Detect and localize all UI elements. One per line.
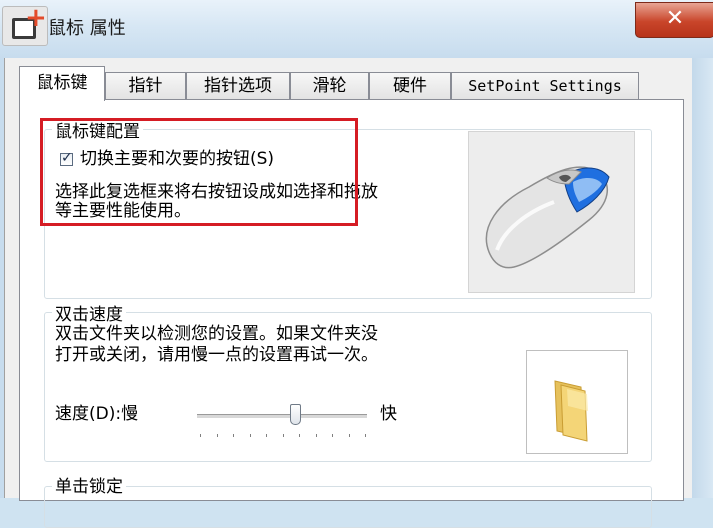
slider-tick — [315, 434, 317, 437]
click-lock-label: 单击锁定 — [52, 472, 126, 497]
folder-test-area[interactable] — [526, 350, 628, 454]
speed-slider-thumb[interactable] — [290, 404, 302, 425]
double-click-description-2: 打开或关闭，请用慢一点的设置再试一次。 — [55, 345, 378, 365]
window-frame-right — [691, 58, 713, 498]
tab-pointer-options[interactable]: 指针选项 — [186, 72, 290, 99]
tab-pointers[interactable]: 指针 — [105, 72, 186, 99]
speed-slider-ticks — [200, 434, 370, 440]
title-bar: + 鼠标 属性 ✕ — [0, 0, 713, 58]
slider-tick — [348, 434, 350, 437]
slider-tick — [249, 434, 251, 437]
slider-tick — [200, 434, 201, 437]
slider-tick — [216, 434, 218, 437]
window-title: 鼠标 属性 — [48, 18, 126, 39]
click-lock-group — [44, 486, 652, 528]
highlight-box — [40, 118, 358, 226]
double-click-description-1: 双击文件夹以检测您的设置。如果文件夹没 — [55, 324, 378, 344]
app-add-icon: + — [2, 5, 48, 46]
folder-icon — [554, 380, 588, 442]
double-click-label: 双击速度 — [52, 300, 126, 325]
tab-buttons[interactable]: 鼠标键 — [19, 66, 105, 101]
slider-tick — [266, 434, 267, 437]
speed-label: 速度(D):慢 — [55, 404, 139, 424]
tab-hardware[interactable]: 硬件 — [369, 72, 451, 99]
slider-tick — [332, 434, 333, 437]
mouse-icon — [468, 131, 635, 293]
slider-tick — [365, 434, 366, 437]
fast-label: 快 — [380, 404, 397, 424]
tab-setpoint-settings[interactable]: SetPoint Settings — [451, 72, 639, 99]
speed-slider-track[interactable] — [197, 414, 367, 419]
slider-tick — [299, 434, 300, 437]
close-button[interactable]: ✕ — [635, 2, 713, 38]
slider-tick — [282, 434, 284, 437]
slider-tick — [233, 434, 234, 437]
tab-wheel[interactable]: 滑轮 — [290, 72, 369, 99]
